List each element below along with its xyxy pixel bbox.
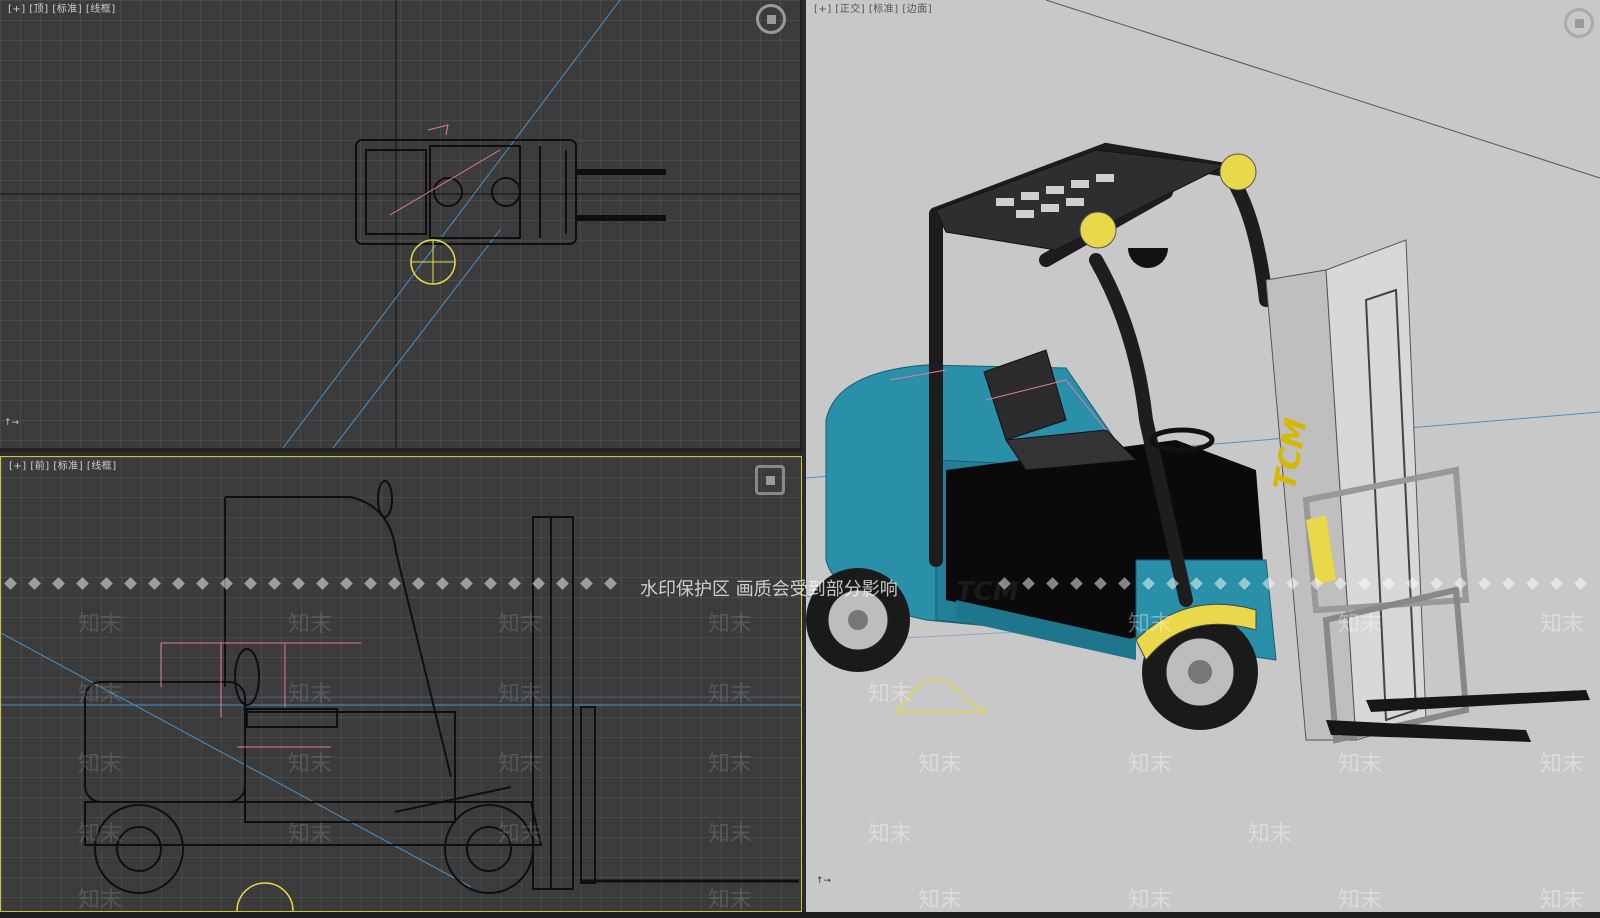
watermark-banner: 水印保护区 画质会受到部分影响 bbox=[0, 575, 1600, 599]
watermark-tile: 知末 bbox=[918, 752, 963, 777]
top-viewport[interactable]: [+] [顶] [标准] [线框] ↑→ bbox=[0, 0, 802, 452]
watermark-tile: 知末 bbox=[1338, 752, 1383, 777]
status-bar bbox=[0, 912, 1600, 918]
watermark-tile: 知末 bbox=[288, 682, 333, 707]
watermark-tile: 知末 bbox=[1128, 752, 1173, 777]
watermark-tile: 知末 bbox=[1540, 888, 1585, 913]
watermark-tile: 知末 bbox=[498, 612, 543, 637]
watermark-tile: 知末 bbox=[288, 612, 333, 637]
watermark-tile: 知末 bbox=[708, 888, 753, 913]
watermark-tile: 知末 bbox=[1540, 752, 1585, 777]
watermark-tile: 知末 bbox=[708, 822, 753, 847]
watermark-tile: 知末 bbox=[1540, 612, 1585, 637]
watermark-tile: 知末 bbox=[78, 612, 123, 637]
axis-tripod-icon: ↑→ bbox=[816, 876, 832, 886]
watermark-tile: 知末 bbox=[1338, 888, 1383, 913]
top-view-wireframe bbox=[0, 0, 800, 448]
watermark-tile: 知末 bbox=[288, 752, 333, 777]
watermark-tile: 知末 bbox=[868, 682, 913, 707]
watermark-tile: 知末 bbox=[78, 822, 123, 847]
watermark-tile: 知末 bbox=[708, 612, 753, 637]
watermark-tile: 知末 bbox=[498, 822, 543, 847]
watermark-tile: 知末 bbox=[1248, 822, 1293, 847]
watermark-text: 水印保护区 画质会受到部分影响 bbox=[640, 579, 898, 599]
watermark-tile: 知末 bbox=[78, 682, 123, 707]
watermark-tile: 知末 bbox=[1128, 612, 1173, 637]
watermark-tile: 知末 bbox=[1338, 612, 1383, 637]
watermark-tile: 知末 bbox=[868, 822, 913, 847]
watermark-tile: 知末 bbox=[918, 888, 963, 913]
watermark-tile: 知末 bbox=[498, 682, 543, 707]
watermark-tile: 知末 bbox=[1128, 888, 1173, 913]
watermark-tile: 知末 bbox=[708, 752, 753, 777]
axis-tripod-icon: ↑→ bbox=[4, 418, 20, 428]
watermark-tile: 知末 bbox=[78, 888, 123, 913]
watermark-tile: 知末 bbox=[708, 682, 753, 707]
watermark-tile: 知末 bbox=[78, 752, 123, 777]
watermark-tile: 知末 bbox=[498, 752, 543, 777]
watermark-tile: 知末 bbox=[288, 822, 333, 847]
